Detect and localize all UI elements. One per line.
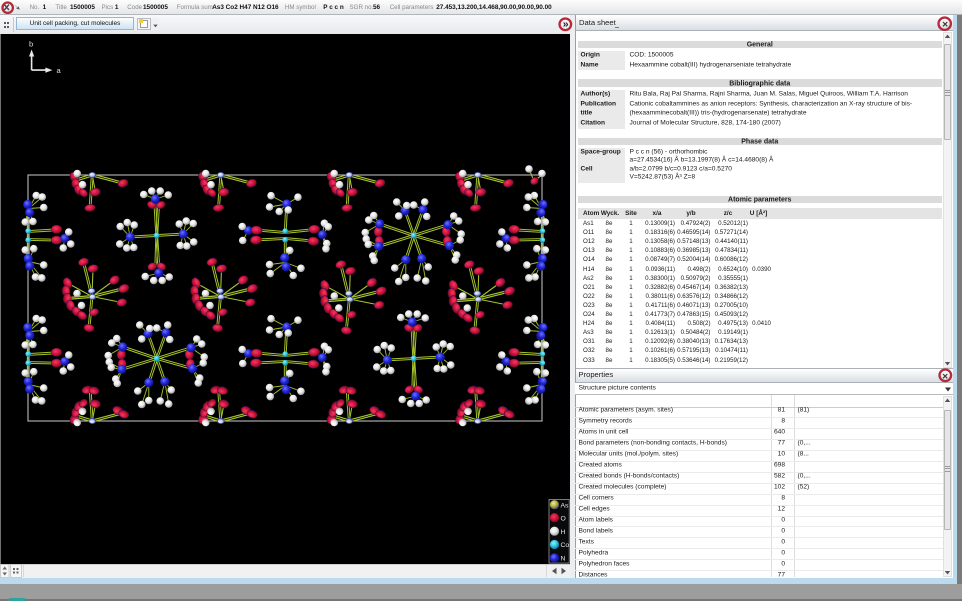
- svg-text:Co: Co: [561, 542, 570, 549]
- svg-text:N: N: [561, 555, 566, 562]
- svg-text:O: O: [561, 515, 566, 522]
- svg-text:b: b: [29, 39, 33, 48]
- svg-text:a: a: [57, 66, 62, 75]
- svg-text:As: As: [561, 502, 570, 509]
- svg-text:H: H: [561, 528, 566, 535]
